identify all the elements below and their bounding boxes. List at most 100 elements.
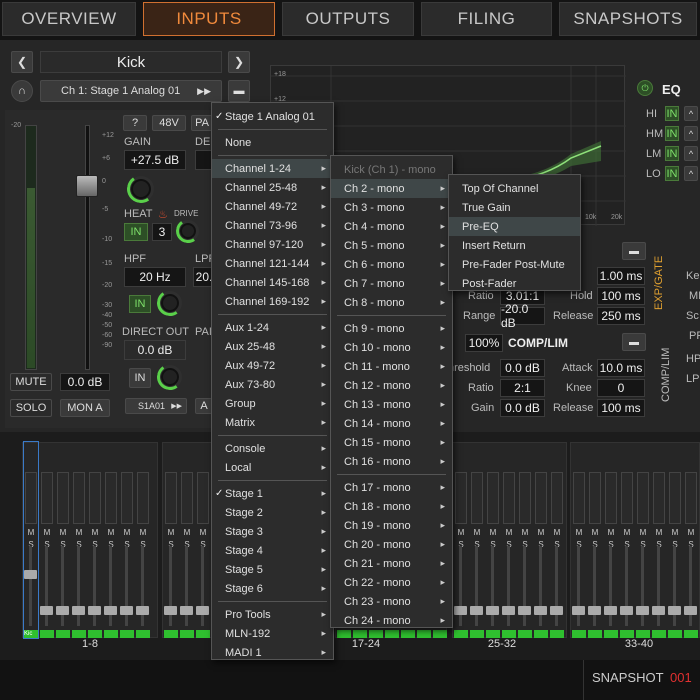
strip-name-tag[interactable] bbox=[588, 630, 602, 638]
menu-item[interactable]: Ch 6 - mono ▸ bbox=[331, 255, 452, 274]
menu-item[interactable]: Pre-EQ bbox=[449, 217, 580, 236]
strip-mute-button[interactable]: M bbox=[25, 528, 37, 538]
strip-fader-cap[interactable] bbox=[40, 606, 53, 615]
strip-mute-button[interactable]: M bbox=[669, 528, 681, 538]
strip-fader-cap[interactable] bbox=[454, 606, 467, 615]
menu-item[interactable]: Top Of Channel bbox=[449, 179, 580, 198]
menu-item[interactable]: None bbox=[212, 133, 333, 152]
mini-strip[interactable]: MS bbox=[72, 442, 86, 638]
strip-fader-cap[interactable] bbox=[534, 606, 547, 615]
mini-strip[interactable]: MS bbox=[40, 442, 54, 638]
menu-item[interactable]: Ch 20 - mono ▸ bbox=[331, 535, 452, 554]
menu-item[interactable]: Console ▸ bbox=[212, 439, 333, 458]
strip-mute-button[interactable]: M bbox=[455, 528, 467, 538]
mini-strip[interactable]: MS bbox=[518, 442, 532, 638]
link-button[interactable]: ∩ bbox=[11, 80, 33, 102]
fader-cap[interactable] bbox=[76, 175, 98, 197]
menu-item[interactable]: Channel 169-192 ▸ bbox=[212, 292, 333, 311]
strip-name-tag[interactable] bbox=[518, 630, 532, 638]
menu-item[interactable]: Stage 2 ▸ bbox=[212, 503, 333, 522]
menu-item[interactable]: Ch 4 - mono ▸ bbox=[331, 217, 452, 236]
menu-item[interactable]: Ch 22 - mono ▸ bbox=[331, 573, 452, 592]
expgate-hold-value[interactable]: 100 ms bbox=[597, 287, 645, 305]
strip-mute-button[interactable]: M bbox=[165, 528, 177, 538]
strip-name-tag[interactable] bbox=[502, 630, 516, 638]
menu-item[interactable]: MADI 1 ▸ bbox=[212, 643, 333, 662]
fader-value[interactable]: 0.0 dB bbox=[60, 373, 110, 391]
menu-item[interactable]: Ch 13 - mono ▸ bbox=[331, 395, 452, 414]
gain-value[interactable]: +27.5 dB bbox=[124, 150, 186, 170]
comp-release-value[interactable]: 100 ms bbox=[597, 399, 645, 417]
menu-item[interactable]: Stage 4 ▸ bbox=[212, 541, 333, 560]
strip-mute-button[interactable]: M bbox=[503, 528, 515, 538]
strip-name-tag[interactable]: Kic bbox=[24, 630, 38, 638]
next-channel-button[interactable]: ❯ bbox=[228, 51, 250, 73]
menu-item[interactable]: Ch 3 - mono ▸ bbox=[331, 198, 452, 217]
strip-mute-button[interactable]: M bbox=[41, 528, 53, 538]
strip-name-tag[interactable] bbox=[454, 630, 468, 638]
strip-mute-button[interactable]: M bbox=[57, 528, 69, 538]
menu-item[interactable]: True Gain bbox=[449, 198, 580, 217]
strip-fader-cap[interactable] bbox=[196, 606, 209, 615]
strip-fader-cap[interactable] bbox=[620, 606, 633, 615]
comp-gain-value[interactable]: 0.0 dB bbox=[500, 399, 545, 417]
complim-folder-button[interactable]: ▬ bbox=[622, 333, 646, 351]
menu-item[interactable]: Ch 11 - mono ▸ bbox=[331, 357, 452, 376]
strip-name-tag[interactable] bbox=[72, 630, 86, 638]
menu-item[interactable]: Aux 25-48 ▸ bbox=[212, 337, 333, 356]
strip-mute-button[interactable]: M bbox=[605, 528, 617, 538]
drive-knob[interactable] bbox=[177, 220, 199, 242]
menu-item[interactable]: Ch 12 - mono ▸ bbox=[331, 376, 452, 395]
mini-strip[interactable]: MS bbox=[604, 442, 618, 638]
strip-name-tag[interactable] bbox=[164, 630, 178, 638]
strip-mute-button[interactable]: M bbox=[197, 528, 209, 538]
strip-fader-cap[interactable] bbox=[164, 606, 177, 615]
strip-name-tag[interactable] bbox=[40, 630, 54, 638]
strip-name-tag[interactable] bbox=[620, 630, 634, 638]
menu-item[interactable]: Aux 49-72 ▸ bbox=[212, 356, 333, 375]
eq-band-in-button[interactable]: IN bbox=[665, 106, 679, 121]
menu-item[interactable]: Ch 24 - mono ▸ bbox=[331, 611, 452, 630]
strip-name-tag[interactable] bbox=[401, 630, 415, 638]
mini-strip[interactable]: MS bbox=[502, 442, 516, 638]
strip-mute-button[interactable]: M bbox=[137, 528, 149, 538]
strip-name-tag[interactable] bbox=[196, 630, 210, 638]
mini-strip[interactable]: MS bbox=[454, 442, 468, 638]
comp-mix-value[interactable]: 100% bbox=[465, 334, 503, 352]
strip-fader-cap[interactable] bbox=[668, 606, 681, 615]
mini-strip[interactable]: MS bbox=[684, 442, 698, 638]
menu-item[interactable]: Insert Return bbox=[449, 236, 580, 255]
expgate-folder-button[interactable]: ▬ bbox=[622, 242, 646, 260]
menu-item[interactable]: Stage 5 ▸ bbox=[212, 560, 333, 579]
strip-mute-button[interactable]: M bbox=[685, 528, 697, 538]
mini-strip[interactable]: MS bbox=[104, 442, 118, 638]
mini-strip[interactable]: MS bbox=[572, 442, 586, 638]
menu-item[interactable]: Ch 2 - mono ▸ bbox=[331, 179, 452, 198]
strip-name-tag[interactable] bbox=[353, 630, 367, 638]
mini-strip[interactable]: MS bbox=[470, 442, 484, 638]
strip-mute-button[interactable]: M bbox=[637, 528, 649, 538]
strip-fader-cap[interactable] bbox=[502, 606, 515, 615]
mini-strip[interactable]: MS bbox=[652, 442, 666, 638]
menu-item[interactable]: Channel 121-144 ▸ bbox=[212, 254, 333, 273]
mini-strip[interactable]: MS bbox=[620, 442, 634, 638]
strip-fader-cap[interactable] bbox=[180, 606, 193, 615]
mini-strip[interactable]: MS bbox=[486, 442, 500, 638]
mini-strip[interactable]: MS bbox=[550, 442, 564, 638]
menu-item[interactable]: Channel 49-72 ▸ bbox=[212, 197, 333, 216]
eq-band-shape-icon[interactable]: ^ bbox=[684, 106, 698, 121]
heat-value[interactable]: 3 bbox=[152, 223, 172, 241]
menu-item[interactable]: Channel 25-48 ▸ bbox=[212, 178, 333, 197]
strip-name-tag[interactable] bbox=[56, 630, 70, 638]
strip-name-tag[interactable] bbox=[180, 630, 194, 638]
strip-fader-cap[interactable] bbox=[136, 606, 149, 615]
strip-name-tag[interactable] bbox=[337, 630, 351, 638]
tab-outputs[interactable]: OUTPUTS bbox=[282, 2, 414, 36]
menu-item[interactable]: Ch 5 - mono ▸ bbox=[331, 236, 452, 255]
menu-item[interactable]: Channel 73-96 ▸ bbox=[212, 216, 333, 235]
mon-button[interactable]: MON A bbox=[60, 399, 110, 417]
strip-mute-button[interactable]: M bbox=[589, 528, 601, 538]
strip-fader-cap[interactable] bbox=[88, 606, 101, 615]
menu-item[interactable]: Ch 9 - mono ▸ bbox=[331, 319, 452, 338]
menu-item[interactable]: Channel 97-120 ▸ bbox=[212, 235, 333, 254]
